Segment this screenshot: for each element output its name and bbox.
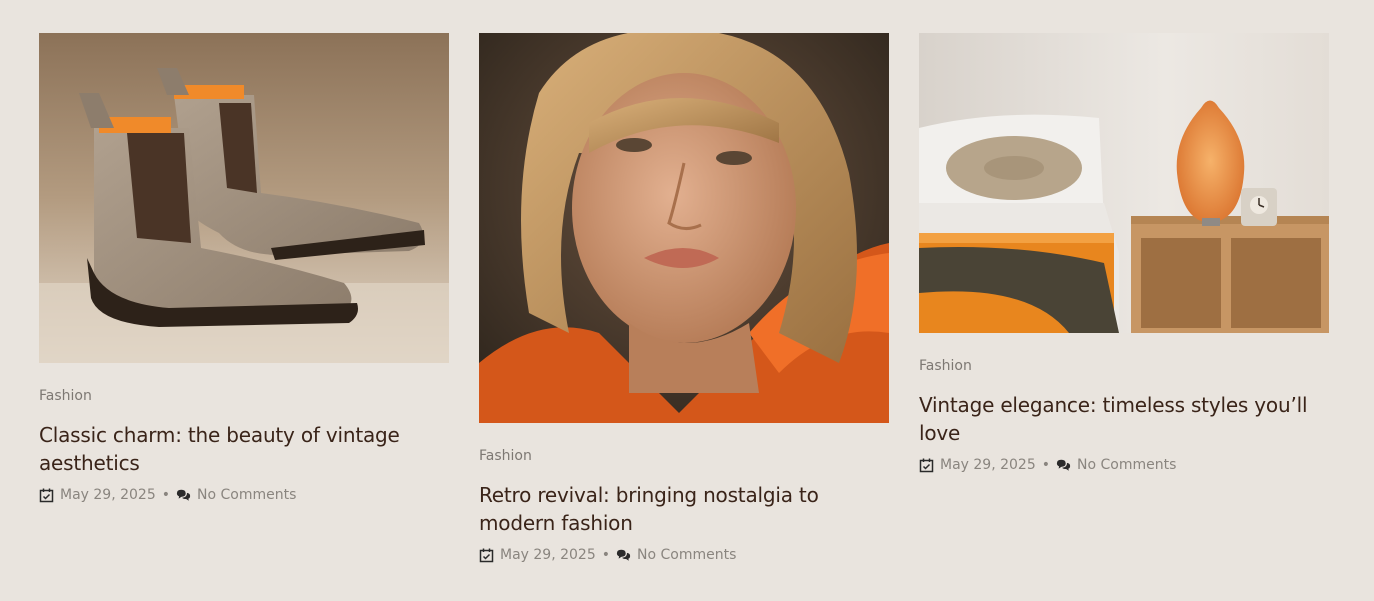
bedroom-image	[919, 33, 1329, 333]
post-title-link[interactable]: Vintage elegance: timeless styles you’ll…	[919, 391, 1329, 447]
portrait-image	[479, 33, 889, 423]
post-date-link[interactable]: May 29, 2025	[60, 486, 156, 504]
post-grid: Fashion Classic charm: the beauty of vin…	[0, 0, 1374, 601]
post-card: Fashion Retro revival: bringing nostalgi…	[479, 33, 889, 564]
post-thumbnail-portrait[interactable]	[479, 33, 889, 423]
meta-separator: •	[601, 547, 611, 563]
calendar-check-icon	[39, 488, 54, 503]
comments-icon	[616, 548, 631, 563]
post-date-link[interactable]: May 29, 2025	[500, 546, 596, 564]
post-comments-link[interactable]: No Comments	[1077, 456, 1176, 474]
boots-image	[39, 33, 449, 363]
calendar-check-icon	[479, 548, 494, 563]
meta-separator: •	[1041, 457, 1051, 473]
post-card: Fashion Classic charm: the beauty of vin…	[39, 33, 449, 504]
post-title-link[interactable]: Retro revival: bringing nostalgia to mod…	[479, 481, 889, 537]
post-date-link[interactable]: May 29, 2025	[940, 456, 1036, 474]
post-meta: May 29, 2025 • No Comments	[479, 546, 889, 564]
post-thumbnail-bedroom[interactable]	[919, 33, 1329, 333]
comments-icon	[176, 488, 191, 503]
post-thumbnail-boots[interactable]	[39, 33, 449, 363]
post-meta: May 29, 2025 • No Comments	[919, 456, 1329, 474]
post-category-link[interactable]: Fashion	[479, 447, 532, 465]
calendar-check-icon	[919, 458, 934, 473]
meta-separator: •	[161, 487, 171, 503]
post-meta: May 29, 2025 • No Comments	[39, 486, 449, 504]
post-title-link[interactable]: Classic charm: the beauty of vintage aes…	[39, 421, 449, 477]
post-comments-link[interactable]: No Comments	[197, 486, 296, 504]
comments-icon	[1056, 458, 1071, 473]
post-comments-link[interactable]: No Comments	[637, 546, 736, 564]
post-category-link[interactable]: Fashion	[919, 357, 972, 375]
post-category-link[interactable]: Fashion	[39, 387, 92, 405]
post-card: Fashion Vintage elegance: timeless style…	[919, 33, 1329, 474]
